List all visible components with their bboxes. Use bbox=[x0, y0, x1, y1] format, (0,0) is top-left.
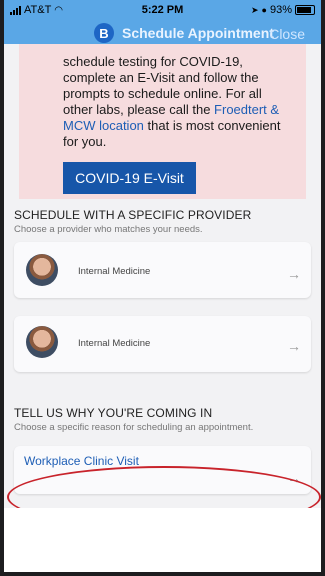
provider-avatar bbox=[26, 254, 58, 286]
covid-notice: schedule testing for COVID-19, complete … bbox=[19, 44, 306, 199]
provider-specialty: Internal Medicine bbox=[78, 338, 151, 349]
provider-avatar bbox=[26, 326, 58, 358]
bottom-area bbox=[4, 508, 321, 572]
battery-percent: 93% bbox=[269, 4, 292, 16]
nav-bar: B Schedule Appointment Close bbox=[4, 20, 321, 44]
reason-section-title: TELL US WHY YOU'RE COMING IN bbox=[14, 406, 213, 420]
alarm-icon: ● bbox=[261, 5, 267, 15]
chevron-right-icon: → bbox=[287, 338, 301, 354]
location-icon: ➤ bbox=[250, 4, 259, 15]
reason-section-subtitle: Choose a specific reason for scheduling … bbox=[14, 422, 254, 433]
status-right: ➤ ● 93% bbox=[251, 4, 315, 16]
notice-text: schedule testing for COVID-19, complete … bbox=[63, 54, 292, 150]
battery-icon bbox=[295, 5, 315, 15]
provider-card-1[interactable]: Internal Medicine → bbox=[14, 242, 311, 298]
close-button[interactable]: Close bbox=[269, 26, 305, 42]
phone-screen: AT&T ◠ 5:22 PM ➤ ● 93% B Schedule Appoin… bbox=[0, 0, 325, 576]
app-logo-icon: B bbox=[94, 23, 114, 43]
provider-section-title: SCHEDULE WITH A SPECIFIC PROVIDER bbox=[14, 208, 252, 222]
reason-label: Workplace Clinic Visit bbox=[24, 454, 139, 468]
nav-title-group: B Schedule Appointment bbox=[94, 23, 274, 43]
provider-card-2[interactable]: Internal Medicine → bbox=[14, 316, 311, 372]
provider-specialty: Internal Medicine bbox=[78, 266, 151, 277]
chevron-right-icon: → bbox=[287, 266, 301, 282]
page-title: Schedule Appointment bbox=[122, 25, 274, 41]
provider-section-subtitle: Choose a provider who matches your needs… bbox=[14, 224, 203, 235]
status-bar: AT&T ◠ 5:22 PM ➤ ● 93% bbox=[4, 0, 321, 20]
covid-evisit-button[interactable]: COVID-19 E-Visit bbox=[63, 162, 196, 194]
